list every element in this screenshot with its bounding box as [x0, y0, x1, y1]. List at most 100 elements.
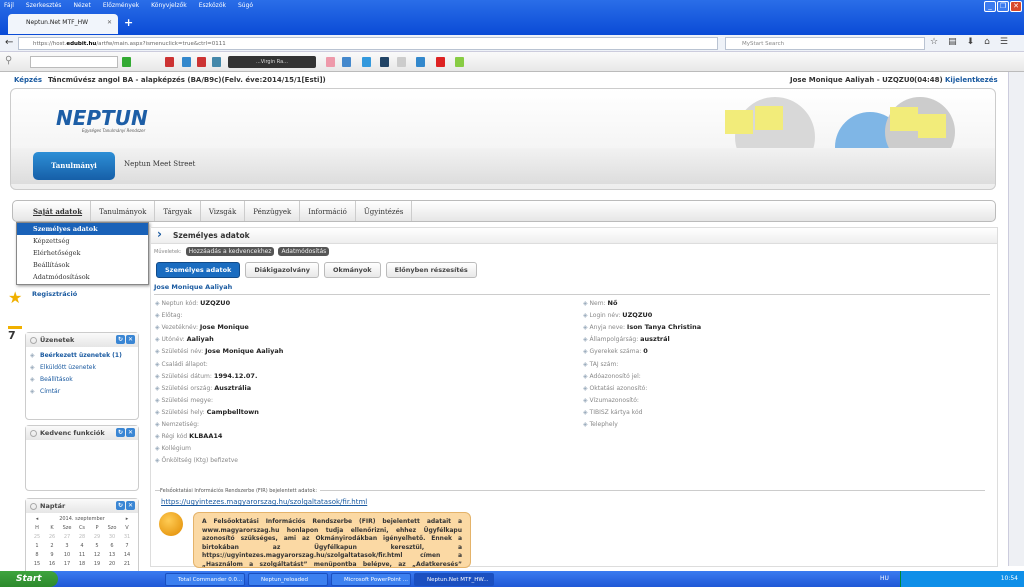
refresh-icon[interactable]: ↻ — [116, 501, 125, 510]
menu-bookmarks[interactable]: Könyvjelzők — [151, 0, 187, 12]
calendar-day[interactable]: 13 — [105, 551, 119, 560]
addon-icon[interactable] — [455, 57, 464, 67]
menu-file[interactable]: Fájl — [4, 0, 14, 12]
tab-okmanyok[interactable]: Okmányok — [323, 262, 381, 278]
calendar-day[interactable]: 29 — [90, 533, 104, 542]
directory-link[interactable]: Címtár — [26, 386, 138, 398]
calendar-day[interactable]: 21 — [120, 560, 134, 569]
calendar-icon[interactable]: 7 — [8, 326, 22, 344]
calendar-day[interactable]: 19 — [90, 560, 104, 569]
calendar-day[interactable]: 4 — [75, 542, 89, 551]
search-input[interactable]: MyStart Search — [725, 37, 925, 50]
minimize-button[interactable]: _ — [984, 1, 996, 12]
calendar-day[interactable]: 6 — [105, 542, 119, 551]
home-icon[interactable]: ⌂ — [984, 37, 990, 47]
study-system-button[interactable]: Tanulmányi rendszer — [33, 152, 115, 198]
calendar-day[interactable]: 26 — [45, 533, 59, 542]
addon-icon[interactable] — [165, 57, 174, 67]
tab-szemelyes-adatok[interactable]: Személyes adatok — [156, 262, 241, 278]
nav-ugyintezes[interactable]: Ügyintézés — [356, 201, 413, 221]
task-total-commander[interactable]: Total Commander 0.0... — [165, 573, 245, 586]
start-button[interactable]: Start — [0, 571, 58, 587]
kepzes-label[interactable]: Képzés — [14, 72, 42, 88]
menu-edit[interactable]: Szerkesztés — [26, 0, 62, 12]
addon-icon[interactable] — [342, 57, 351, 67]
addon-icon[interactable] — [197, 57, 206, 67]
addon-icon[interactable] — [182, 57, 191, 67]
nav-targyak[interactable]: Tárgyak — [155, 201, 201, 221]
addon-icon[interactable] — [380, 57, 389, 67]
favorite-star-icon[interactable]: ★ — [8, 290, 24, 306]
meet-street-link[interactable]: Neptun Meet Street — [124, 160, 195, 168]
inbox-link[interactable]: Beérkezett üzenetek (1) — [26, 350, 138, 362]
calendar-day[interactable]: 14 — [120, 551, 134, 560]
close-icon[interactable]: ✕ — [126, 501, 135, 510]
calendar-day[interactable]: 1 — [30, 542, 44, 551]
url-bar[interactable]: https://host.edubit.hu/artfw/main.aspx?i… — [18, 37, 718, 50]
toolbar-search-input[interactable] — [30, 56, 118, 68]
addon-icon[interactable] — [362, 57, 371, 67]
calendar-day[interactable]: 20 — [105, 560, 119, 569]
nav-vizsgak[interactable]: Vizsgák — [201, 201, 246, 221]
radio-player[interactable]: ...Virgin Ra... — [228, 56, 316, 68]
refresh-icon[interactable]: ↻ — [116, 335, 125, 344]
calendar-day[interactable]: 17 — [60, 560, 74, 569]
nav-penzugyek[interactable]: Pénzügyek — [245, 201, 301, 221]
calendar-day[interactable]: 10 — [60, 551, 74, 560]
close-icon[interactable]: ✕ — [126, 428, 135, 437]
next-month-icon[interactable]: ▸ — [120, 515, 134, 524]
task-firefox-neptun[interactable]: Neptun.Net MTF_HW... — [414, 573, 494, 586]
calendar-day[interactable]: 3 — [60, 542, 74, 551]
registration-link[interactable]: Regisztráció — [32, 290, 77, 298]
calendar-day[interactable]: 30 — [105, 533, 119, 542]
calendar-day[interactable]: 9 — [45, 551, 59, 560]
scrollbar[interactable] — [1008, 72, 1024, 566]
nav-tanulmanyok[interactable]: Tanulmányok — [91, 201, 156, 221]
restore-button[interactable]: ❐ — [997, 1, 1009, 12]
calendar-day[interactable]: 2 — [45, 542, 59, 551]
fir-link[interactable]: https://ugyintezes.magyarorszag.hu/szolg… — [161, 498, 367, 506]
dropdown-szemelyes-adatok[interactable]: Személyes adatok — [17, 223, 148, 235]
close-icon[interactable]: ✕ — [126, 335, 135, 344]
sent-link[interactable]: Elküldött üzenetek — [26, 362, 138, 374]
calendar-day[interactable]: 11 — [75, 551, 89, 560]
menu-history[interactable]: Előzmények — [103, 0, 139, 12]
dropdown-kepzettseg[interactable]: Képzettség — [17, 235, 148, 247]
addon-icon[interactable] — [212, 57, 221, 67]
prev-month-icon[interactable]: ◂ — [30, 515, 44, 524]
logout-link[interactable]: Kijelentkezés — [945, 72, 998, 88]
dropdown-elerhetosegek[interactable]: Elérhetőségek — [17, 247, 148, 259]
task-neptun-reloaded[interactable]: Neptun_reloaded — [248, 573, 328, 586]
back-icon[interactable]: ← — [5, 37, 13, 48]
nav-informacio[interactable]: Információ — [300, 201, 356, 221]
add-to-favorites-button[interactable]: Hozzáadás a kedvencekhez — [185, 247, 275, 256]
tab-elonyben-reszesites[interactable]: Előnyben részesítés — [385, 262, 477, 278]
calendar-day[interactable]: 18 — [75, 560, 89, 569]
dropdown-adatmodositasok[interactable]: Adatmódosítások — [17, 271, 148, 283]
clipboard-icon[interactable]: ▤ — [948, 37, 957, 47]
browser-tab[interactable]: Neptun.Net MTF_HW ✕ — [8, 14, 118, 34]
settings-link[interactable]: Beállítások — [26, 374, 138, 386]
calendar-day[interactable]: 12 — [90, 551, 104, 560]
menu-help[interactable]: Súgó — [238, 0, 253, 12]
calendar-day[interactable]: 8 — [30, 551, 44, 560]
tab-diakigazolvany[interactable]: Diákigazolvány — [245, 262, 319, 278]
addon-icon[interactable] — [397, 57, 406, 67]
calendar-day[interactable]: 27 — [60, 533, 74, 542]
close-button[interactable]: ✕ — [1010, 1, 1022, 12]
modify-data-button[interactable]: Adatmódosítás — [278, 247, 330, 256]
bookmark-star-icon[interactable]: ☆ — [930, 37, 938, 47]
calendar-day[interactable]: 25 — [30, 533, 44, 542]
close-tab-icon[interactable]: ✕ — [107, 14, 112, 32]
calendar-day[interactable]: 31 — [120, 533, 134, 542]
calendar-day[interactable]: 7 — [120, 542, 134, 551]
calendar-day[interactable]: 15 — [30, 560, 44, 569]
language-indicator[interactable]: HU — [880, 575, 889, 582]
dropdown-beallitasok[interactable]: Beállítások — [17, 259, 148, 271]
calendar-day[interactable]: 16 — [45, 560, 59, 569]
download-icon[interactable]: ⬇ — [967, 37, 975, 47]
menu-view[interactable]: Nézet — [73, 0, 90, 12]
nav-sajat-adatok[interactable]: Saját adatok — [25, 201, 92, 221]
addon-icon[interactable] — [436, 57, 445, 67]
calendar-day[interactable]: 28 — [75, 533, 89, 542]
